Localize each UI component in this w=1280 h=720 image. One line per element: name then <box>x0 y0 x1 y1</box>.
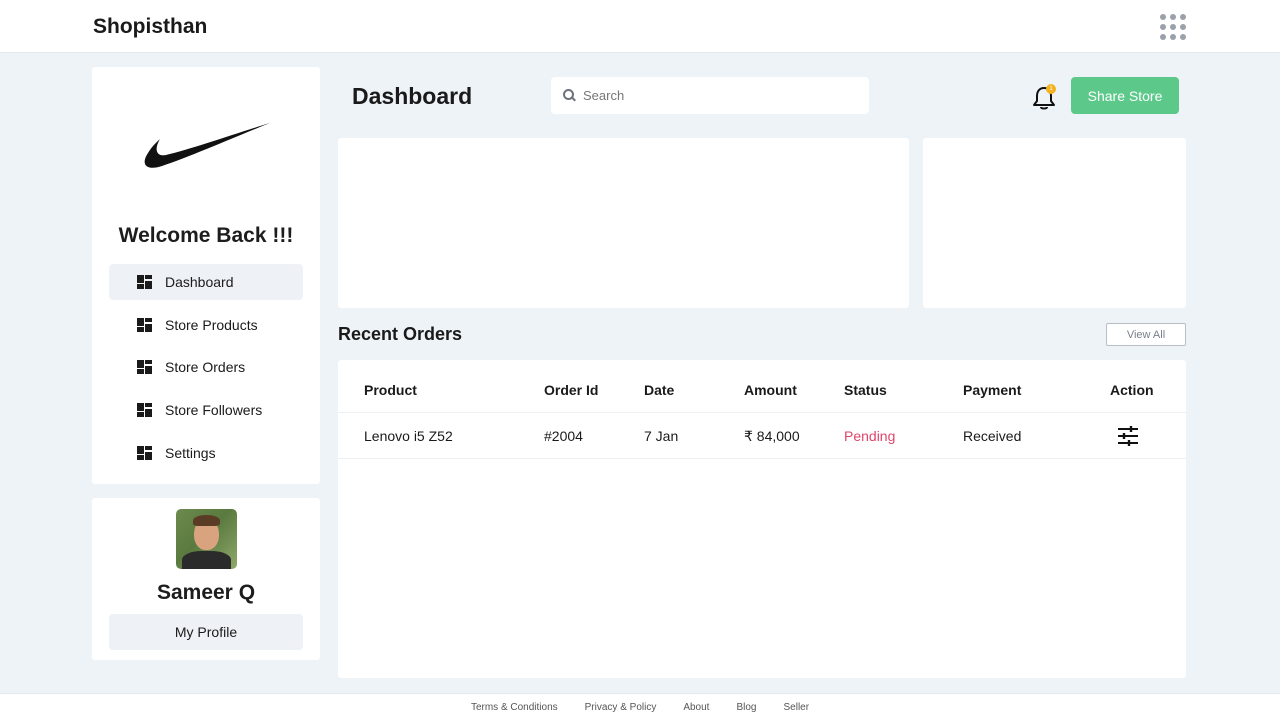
dashboard-panel-side <box>923 138 1186 308</box>
footer: Terms & Conditions Privacy & Policy Abou… <box>0 693 1280 720</box>
amount-cell: ₹ 84,000 <box>744 428 800 444</box>
table-header-row: Product Order Id Date Amount Status Paym… <box>338 367 1186 413</box>
view-all-button[interactable]: View All <box>1106 323 1186 346</box>
order-id-cell: #2004 <box>544 428 583 444</box>
sidebar-item-label: Settings <box>165 444 216 461</box>
footer-link-terms[interactable]: Terms & Conditions <box>471 702 558 713</box>
notification-button[interactable]: 1 <box>1032 84 1056 111</box>
share-store-button[interactable]: Share Store <box>1071 77 1179 114</box>
column-header: Date <box>644 382 675 398</box>
footer-link-privacy[interactable]: Privacy & Policy <box>585 702 657 713</box>
sidebar-item-settings[interactable]: Settings <box>109 435 303 471</box>
column-header: Order Id <box>544 382 599 398</box>
status-badge: Pending <box>844 428 896 444</box>
dashboard-icon <box>137 403 152 418</box>
footer-link-about[interactable]: About <box>683 702 709 713</box>
dashboard-panel-main <box>338 138 909 308</box>
search-input[interactable] <box>583 88 853 103</box>
sidebar-card: Welcome Back !!! Dashboard Store Product… <box>92 67 320 484</box>
footer-link-seller[interactable]: Seller <box>783 702 809 713</box>
table-row: Lenovo i5 Z52 #2004 7 Jan ₹ 84,000 Pendi… <box>338 413 1186 459</box>
footer-link-blog[interactable]: Blog <box>736 702 756 713</box>
recent-orders-heading: Recent Orders <box>338 324 463 344</box>
sidebar-item-store-orders[interactable]: Store Orders <box>109 349 303 385</box>
top-bar: Shopisthan <box>0 0 1280 53</box>
search-bar <box>551 77 869 114</box>
column-header: Payment <box>963 382 1022 398</box>
column-header: Status <box>844 382 887 398</box>
sliders-icon[interactable] <box>1117 425 1139 447</box>
column-header: Amount <box>744 382 797 398</box>
date-cell: 7 Jan <box>644 428 679 444</box>
sidebar-item-dashboard[interactable]: Dashboard <box>109 264 303 300</box>
welcome-heading: Welcome Back !!! <box>118 224 294 247</box>
apps-grid-icon[interactable] <box>1160 14 1186 40</box>
sidebar-item-store-followers[interactable]: Store Followers <box>109 392 303 428</box>
notification-badge: 1 <box>1046 84 1056 94</box>
column-header: Action <box>1110 382 1154 398</box>
profile-card: Sameer Q My Profile <box>92 498 320 660</box>
dashboard-icon <box>137 275 152 289</box>
sidebar-item-label: Store Followers <box>165 402 263 419</box>
column-header: Product <box>364 382 417 398</box>
page-title: Dashboard <box>352 83 473 109</box>
orders-table: Product Order Id Date Amount Status Paym… <box>338 360 1186 678</box>
my-profile-button[interactable]: My Profile <box>109 614 303 650</box>
dashboard-icon <box>137 445 152 460</box>
sidebar-nav: Dashboard Store Products Store Orders St… <box>109 264 303 477</box>
sidebar-item-label: Store Products <box>165 316 258 333</box>
search-icon <box>563 89 576 102</box>
product-cell: Lenovo i5 Z52 <box>364 428 453 444</box>
dashboard-icon <box>137 317 152 332</box>
avatar <box>176 509 237 569</box>
brand-logo-text[interactable]: Shopisthan <box>93 15 207 39</box>
profile-name: Sameer Q <box>156 581 256 604</box>
nike-swoosh-logo <box>144 123 270 168</box>
dashboard-icon <box>137 360 152 375</box>
sidebar-item-store-products[interactable]: Store Products <box>109 307 303 343</box>
sidebar-item-label: Dashboard <box>165 274 234 290</box>
payment-cell: Received <box>963 428 1022 444</box>
sidebar-item-label: Store Orders <box>165 359 246 376</box>
